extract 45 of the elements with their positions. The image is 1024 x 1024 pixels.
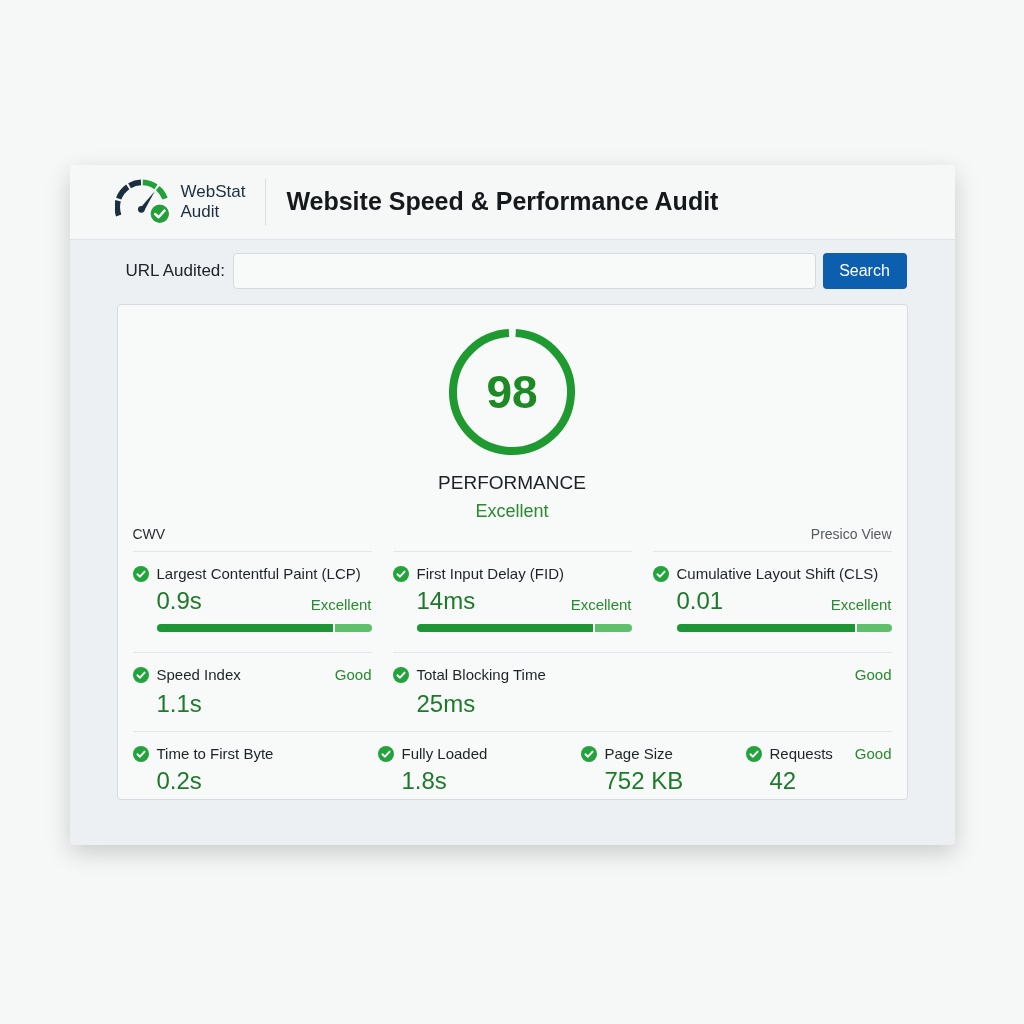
check-circle-icon bbox=[652, 566, 669, 582]
metric-rating: Excellent bbox=[830, 595, 892, 615]
metric-label: Total Blocking Time bbox=[416, 665, 546, 685]
metric-rating: Good bbox=[854, 744, 892, 764]
search-button[interactable]: Search bbox=[822, 253, 907, 289]
metric-label: Cumulative Layout Shift (CLS) bbox=[676, 564, 879, 584]
url-label: URL Audited: bbox=[125, 260, 226, 283]
url-input[interactable] bbox=[232, 253, 816, 289]
metric-label: Largest Contentful Paint (LCP) bbox=[156, 564, 361, 584]
logo-text: Audit bbox=[180, 202, 221, 222]
metric-value: 42 bbox=[769, 767, 797, 794]
logo-text: WebStat bbox=[180, 182, 246, 202]
metric-rating: Good bbox=[334, 665, 372, 685]
score-value: 98 bbox=[486, 369, 538, 415]
metric-rating: Good bbox=[854, 665, 892, 685]
metric-label: First Input Delay (FID) bbox=[416, 564, 565, 584]
metric-value: 1.1s bbox=[156, 690, 202, 717]
metric-value: 0.01 bbox=[676, 586, 724, 616]
check-circle-icon bbox=[392, 566, 409, 582]
check-circle-icon bbox=[745, 746, 762, 762]
metric-rating: Excellent bbox=[310, 595, 372, 615]
page-title: Website Speed & Performance Audit bbox=[286, 186, 719, 218]
check-circle-icon bbox=[392, 667, 409, 683]
metric-value: 14ms bbox=[416, 586, 476, 616]
metric-value: 1.8s bbox=[401, 767, 447, 794]
view-link[interactable]: Presico View bbox=[810, 525, 892, 543]
metric-label: Page Size bbox=[604, 744, 673, 764]
metric-label: Time to First Byte bbox=[156, 744, 274, 764]
metric-value: 752 KB bbox=[604, 767, 684, 794]
check-circle-icon bbox=[132, 566, 149, 582]
metric-label: Speed Index bbox=[156, 665, 241, 685]
score-rating: Excellent bbox=[475, 500, 549, 523]
check-circle-icon bbox=[580, 746, 597, 762]
metric-label: Fully Loaded bbox=[401, 744, 488, 764]
section-title: CWV bbox=[132, 525, 166, 543]
check-circle-icon bbox=[132, 746, 149, 762]
check-circle-icon bbox=[377, 746, 394, 762]
metric-rating: Excellent bbox=[570, 595, 632, 615]
metric-value: 25ms bbox=[416, 690, 476, 717]
check-circle-icon bbox=[132, 667, 149, 683]
metric-value: 0.9s bbox=[156, 586, 202, 616]
gauge-logo-icon bbox=[114, 179, 171, 225]
metric-value: 0.2s bbox=[156, 767, 202, 794]
score-label: PERFORMANCE bbox=[438, 471, 586, 495]
metric-label: Requests bbox=[769, 744, 833, 764]
